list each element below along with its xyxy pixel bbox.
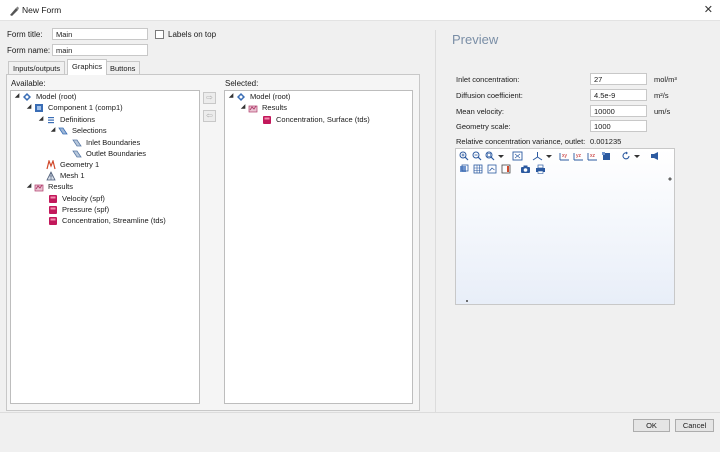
app-icon — [10, 6, 19, 16]
axis-triad-icon — [466, 300, 468, 302]
selected-tree[interactable] — [224, 90, 413, 404]
view-default-icon[interactable] — [601, 151, 612, 161]
component-icon — [35, 103, 43, 112]
expand-triangle-icon[interactable]: ◢ — [240, 102, 246, 113]
tree-item-selections[interactable]: ◢ Selections — [50, 125, 107, 136]
selected-item-results[interactable]: ◢ Results — [240, 102, 287, 113]
tree-item-geometry[interactable]: Geometry 1 — [46, 159, 99, 170]
zoom-in-icon[interactable] — [459, 151, 469, 161]
form-name-label: Form name: — [7, 46, 51, 55]
selection-item-icon — [72, 139, 82, 146]
zoom-out-icon[interactable] — [472, 151, 482, 161]
expand-triangle-icon[interactable]: ◢ — [228, 91, 234, 102]
labels-on-top-checkbox[interactable] — [155, 30, 164, 39]
tree-item-mesh[interactable]: Mesh 1 — [46, 170, 85, 181]
inlet-concentration-unit: mol/m³ — [654, 75, 677, 84]
tab-graphics[interactable]: Graphics — [67, 59, 108, 75]
tree-item-inlet-boundaries[interactable]: Inlet Boundaries — [72, 137, 140, 148]
view-yz-icon[interactable]: yz — [573, 151, 584, 161]
grid-icon[interactable] — [473, 164, 483, 174]
rotate-icon[interactable] — [621, 151, 631, 161]
tree-item-velocity[interactable]: Velocity (spf) — [48, 193, 105, 204]
tab-inputs-outputs[interactable]: Inputs/outputs — [8, 61, 66, 74]
vertical-divider — [435, 30, 436, 412]
mean-velocity-input[interactable]: 10000 — [590, 105, 647, 117]
diffusion-coefficient-label: Diffusion coefficient: — [456, 91, 523, 100]
title-bar: New Form ✕ — [0, 0, 720, 21]
close-window-button[interactable]: ✕ — [704, 3, 713, 16]
print-icon[interactable] — [535, 164, 546, 174]
axis-icon[interactable] — [487, 164, 497, 174]
tab-buttons[interactable]: Buttons — [105, 61, 141, 74]
inlet-concentration-label: Inlet concentration: — [456, 75, 520, 84]
zoom-box-icon[interactable] — [485, 151, 495, 161]
svg-text:yz: yz — [576, 153, 582, 159]
svg-text:xy: xy — [562, 153, 568, 159]
geometry-icon — [46, 159, 56, 169]
diffusion-coefficient-unit: m²/s — [654, 91, 669, 100]
selection-item-icon — [72, 150, 82, 157]
results-icon — [248, 105, 258, 112]
mean-velocity-unit: um/s — [654, 107, 671, 116]
transparency-icon[interactable] — [459, 164, 469, 174]
tree-item-pressure[interactable]: Pressure (spf) — [48, 204, 109, 215]
cancel-button[interactable]: Cancel — [675, 419, 714, 432]
tree-item-concentration-streamline[interactable]: Concentration, Streamline (tds) — [48, 215, 166, 226]
model-root-icon — [23, 92, 31, 101]
plot-group-icon — [49, 205, 57, 214]
mesh-icon — [46, 170, 56, 180]
plot-group-icon — [49, 216, 57, 225]
expand-triangle-icon[interactable]: ◢ — [50, 125, 56, 136]
results-icon — [34, 184, 44, 191]
tree-item-results[interactable]: ◢ Results — [26, 181, 73, 192]
mean-velocity-label: Mean velocity: — [456, 107, 504, 116]
expand-triangle-icon[interactable]: ◢ — [14, 91, 20, 102]
inlet-concentration-input[interactable]: 27 — [590, 73, 647, 85]
geometry-scale-input[interactable]: 1000 — [590, 120, 647, 132]
selected-item-concentration-surface[interactable]: Concentration, Surface (tds) — [262, 114, 370, 125]
form-title-label: Form title: — [7, 30, 43, 39]
expand-triangle-icon[interactable]: ◢ — [38, 114, 44, 125]
chevron-down-icon[interactable] — [633, 151, 641, 161]
resize-corner-icon — [668, 177, 672, 181]
tree-item-component[interactable]: ◢ Component 1 (comp1) — [26, 102, 123, 113]
preview-title: Preview — [452, 32, 499, 47]
geometry-scale-label: Geometry scale: — [456, 122, 511, 131]
tree-item-outlet-boundaries[interactable]: Outlet Boundaries — [72, 148, 146, 159]
remove-from-selected-button[interactable]: ⇦ — [203, 110, 216, 122]
add-to-selected-button[interactable]: ⇨ — [203, 92, 216, 104]
model-root-icon — [237, 92, 245, 101]
chevron-down-icon[interactable] — [545, 151, 553, 161]
expand-triangle-icon[interactable]: ◢ — [26, 102, 32, 113]
svg-text:xz: xz — [590, 153, 596, 159]
form-name-input[interactable]: main — [52, 44, 148, 56]
axis-orientation-icon[interactable] — [532, 151, 543, 161]
view-xz-icon[interactable]: xz — [587, 151, 598, 161]
available-heading: Available: — [11, 79, 46, 88]
labels-on-top-label: Labels on top — [168, 30, 217, 39]
window-title: New Form — [22, 5, 62, 15]
tree-item-model-root[interactable]: ◢ Model (root) — [14, 91, 77, 102]
dialog-button-bar — [0, 412, 720, 452]
view-xy-icon[interactable]: xy — [559, 151, 570, 161]
selected-heading: Selected: — [225, 79, 259, 88]
legend-icon[interactable] — [501, 164, 511, 174]
plot-group-icon — [263, 115, 271, 124]
selections-icon — [58, 127, 68, 134]
diffusion-coefficient-input[interactable]: 4.5e-9 — [590, 89, 647, 101]
definitions-icon — [48, 116, 54, 123]
chevron-down-icon[interactable] — [497, 151, 505, 161]
zoom-extents-icon[interactable] — [512, 151, 523, 161]
selected-item-model-root[interactable]: ◢ Model (root) — [228, 91, 291, 102]
variance-value: 0.001235 — [590, 137, 622, 146]
tree-item-definitions[interactable]: ◢ Definitions — [38, 114, 95, 125]
variance-label: Relative concentration variance, outlet: — [456, 137, 586, 146]
ok-button[interactable]: OK — [633, 419, 670, 432]
plot-group-icon — [49, 194, 57, 203]
scene-light-icon[interactable] — [650, 151, 661, 161]
expand-triangle-icon[interactable]: ◢ — [26, 181, 32, 192]
form-title-input[interactable]: Main — [52, 28, 148, 40]
camera-icon[interactable] — [520, 164, 531, 174]
